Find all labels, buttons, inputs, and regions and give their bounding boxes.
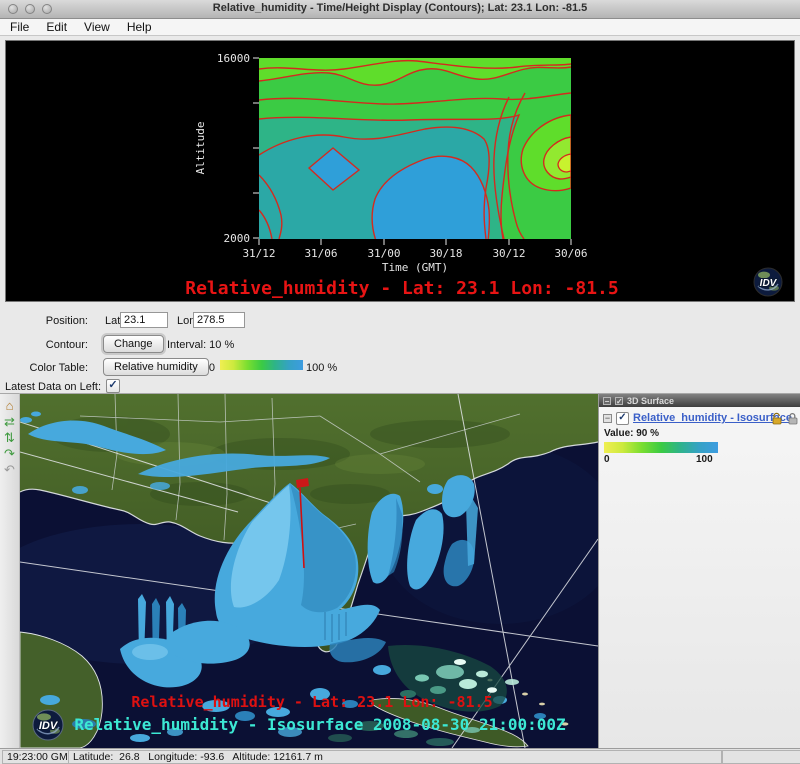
status-bar: 19:23:00 GMT Latitude: 26.8 Longitude: -…	[0, 748, 800, 764]
pan-horizontal-icon[interactable]: ⇄	[4, 415, 15, 428]
position-label: Position:	[30, 315, 88, 327]
pan-vertical-icon[interactable]: ⇅	[4, 431, 15, 444]
legend-header-checkbox[interactable]: ✓	[615, 397, 623, 405]
color-scale-min: 0	[203, 362, 215, 374]
x-tick-1: 31/12	[242, 247, 275, 260]
remove-lock-icon[interactable]	[786, 412, 798, 425]
isosurface-display-link[interactable]: Relative_humidity - Isosurface	[633, 412, 792, 424]
lon-input[interactable]	[193, 312, 245, 328]
status-time: 19:23:00 GMT	[2, 750, 74, 764]
contour-label: Contour:	[30, 339, 88, 351]
contour-chart-canvas: 16000 2000 Altitude 31/12 31/06 31/00 30…	[6, 41, 794, 301]
idv-logo-text: IDV	[760, 278, 778, 289]
lat-input[interactable]	[120, 312, 168, 328]
map-3d-view[interactable]: Relative_humidity - Lat: 23.1 Lon: -81.5…	[20, 393, 598, 748]
y-tick-top: 16000	[217, 52, 250, 65]
time-height-chart-panel: 16000 2000 Altitude 31/12 31/06 31/00 30…	[5, 40, 795, 302]
x-tick-3: 31/00	[367, 247, 400, 260]
y-tick-bottom: 2000	[224, 232, 251, 245]
viewpoint-toolbar: ⌂ ⇄ ⇅ ↷ ↶	[0, 393, 20, 748]
legend-collapse-icon[interactable]: −	[603, 397, 611, 405]
undo-view-icon[interactable]: ↶	[4, 463, 15, 476]
window-title: Relative_humidity - Time/Height Display …	[0, 2, 800, 14]
color-scale-gradient	[220, 360, 303, 370]
map-label-isosurface: Relative_humidity - Isosurface 2008-08-3…	[74, 715, 566, 734]
lock-icon[interactable]	[771, 412, 783, 425]
menu-help[interactable]: Help	[127, 20, 152, 34]
menu-view[interactable]: View	[84, 20, 110, 34]
home-view-icon[interactable]: ⌂	[6, 399, 14, 412]
redo-view-icon[interactable]: ↷	[4, 447, 15, 460]
contour-change-button[interactable]: Change	[103, 335, 164, 353]
menu-edit[interactable]: Edit	[46, 20, 67, 34]
legend-scale-min: 0	[604, 454, 610, 465]
contour-plot-area	[259, 58, 571, 241]
idv-logo-text: IDV	[39, 720, 59, 732]
menu-bar: File Edit View Help	[0, 19, 800, 36]
x-tick-2: 31/06	[304, 247, 337, 260]
color-table-button[interactable]: Relative humidity	[103, 358, 209, 376]
map-canvas[interactable]: Relative_humidity - Lat: 23.1 Lon: -81.5…	[20, 394, 598, 748]
x-tick-5: 30/12	[492, 247, 525, 260]
idv-logo-chart: IDV	[754, 268, 782, 296]
status-cursor-position: Latitude: 26.8 Longitude: -93.6 Altitude…	[68, 750, 722, 764]
legend-item-row: − ✓ Relative_humidity - Isosurface	[603, 411, 800, 425]
x-tick-6: 30/06	[554, 247, 587, 260]
legend-scale: 0 100	[604, 454, 718, 465]
legend-color-bar[interactable]	[604, 442, 718, 453]
item-collapse-icon[interactable]: −	[603, 414, 612, 423]
legend-header-title: 3D Surface	[627, 396, 674, 406]
x-axis-label: Time (GMT)	[382, 261, 448, 274]
menu-file[interactable]: File	[10, 20, 29, 34]
legend-header[interactable]: − ✓ 3D Surface	[599, 394, 800, 407]
x-tick-4: 30/18	[429, 247, 462, 260]
isosurface-value-text: Value: 90 %	[604, 428, 800, 439]
y-axis-label: Altitude	[194, 122, 207, 175]
idv-logo-map: IDV	[33, 710, 63, 740]
chart-title: Relative_humidity - Lat: 23.1 Lon: -81.5	[185, 278, 618, 299]
item-visibility-checkbox[interactable]: ✓	[616, 412, 629, 425]
legend-scale-max: 100	[696, 454, 713, 465]
window-titlebar: Relative_humidity - Time/Height Display …	[0, 0, 800, 19]
status-extra	[722, 750, 800, 764]
latest-data-checkbox[interactable]: ✓	[106, 379, 120, 393]
interval-text: Interval: 10 %	[167, 339, 234, 351]
color-scale-max: 100 %	[306, 362, 337, 374]
color-table-label: Color Table:	[20, 362, 88, 374]
legend-panel: − ✓ 3D Surface − ✓ Relative_humidity - I…	[598, 393, 800, 748]
app-window: { "window": { "title": "Relative_humidit…	[0, 0, 800, 764]
latest-data-label: Latest Data on Left:	[5, 381, 101, 393]
map-label-position: Relative_humidity - Lat: 23.1 Lon: -81.5	[131, 693, 492, 711]
